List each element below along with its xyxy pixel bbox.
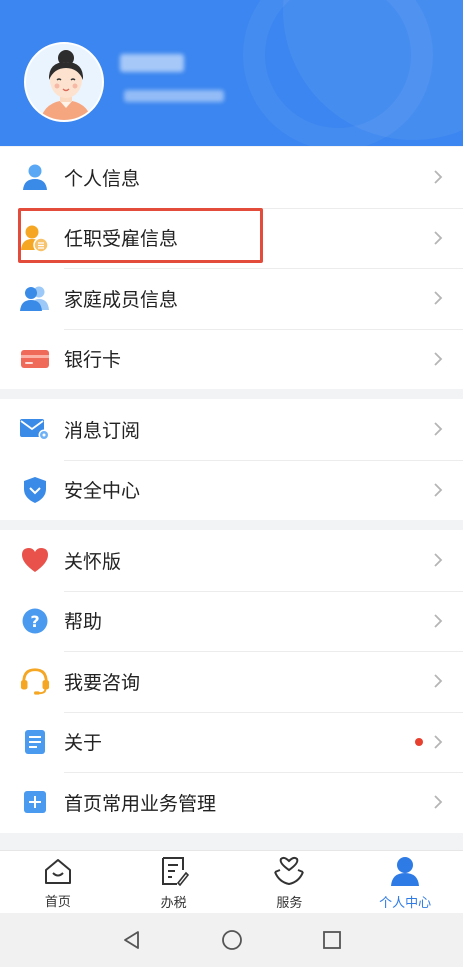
menu-item-bank-card[interactable]: 银行卡 [0, 328, 463, 390]
mail-settings-icon [20, 414, 50, 444]
shield-icon [20, 475, 50, 505]
chevron-right-icon [433, 351, 443, 367]
person-icon [20, 162, 50, 192]
notification-dot [415, 737, 423, 746]
chevron-right-icon [433, 290, 443, 306]
menu-item-family-info[interactable]: 家庭成员信息 [0, 268, 463, 329]
menu-group-personal: 个人信息 任职受雇信息 家庭成员信息 银行卡 [0, 147, 463, 389]
employment-icon [20, 223, 50, 253]
bank-card-icon [20, 344, 50, 374]
menu-item-home-business-management[interactable]: 首页常用业务管理 [0, 772, 463, 833]
menu-item-security-center[interactable]: 安全中心 [0, 459, 463, 521]
menu-group-settings: 消息订阅 安全中心 [0, 399, 463, 520]
recents-icon[interactable] [320, 928, 344, 952]
user-id-redacted [124, 90, 224, 102]
service-icon [272, 856, 306, 890]
chevron-right-icon [433, 794, 443, 810]
menu-item-care-mode[interactable]: 关怀版 [0, 530, 463, 591]
home-icon [43, 857, 73, 889]
bottom-tab-bar: 首页 办税 服务 个人中心 [0, 850, 463, 913]
tab-label: 办税 [160, 895, 187, 911]
menu-item-label: 银行卡 [64, 349, 122, 372]
back-icon[interactable] [120, 928, 144, 952]
headset-icon [20, 666, 50, 696]
menu-item-message-subscription[interactable]: 消息订阅 [0, 399, 463, 460]
menu-item-label: 关于 [64, 732, 103, 755]
heart-icon [20, 545, 50, 575]
menu-item-label: 首页常用业务管理 [64, 792, 217, 815]
menu-item-about[interactable]: 关于 [0, 711, 463, 773]
document-icon [20, 727, 50, 757]
menu-item-label: 个人信息 [64, 167, 141, 190]
chevron-right-icon [433, 230, 443, 246]
family-icon [20, 283, 50, 313]
chevron-right-icon [433, 482, 443, 498]
tax-icon [159, 856, 189, 890]
chevron-right-icon [433, 673, 443, 689]
user-name-redacted [120, 54, 184, 72]
menu-item-label: 帮助 [64, 611, 103, 634]
avatar[interactable] [24, 42, 104, 122]
menu-item-help[interactable]: ? 帮助 [0, 590, 463, 652]
menu-item-label: 安全中心 [64, 480, 141, 503]
menu-item-consultation[interactable]: 我要咨询 [0, 651, 463, 712]
menu-item-label: 消息订阅 [64, 419, 141, 442]
system-navigation-bar [0, 913, 463, 967]
tab-service[interactable]: 服务 [232, 851, 348, 913]
chevron-right-icon [433, 613, 443, 629]
chevron-right-icon [433, 734, 443, 750]
chevron-right-icon [433, 552, 443, 568]
menu-item-employment-info[interactable]: 任职受雇信息 [0, 207, 463, 269]
profile-icon [389, 856, 421, 890]
tab-label: 服务 [276, 895, 303, 911]
menu-item-label: 任职受雇信息 [64, 228, 179, 251]
tab-label: 首页 [44, 894, 71, 910]
menu-item-personal-info[interactable]: 个人信息 [0, 147, 463, 208]
menu-item-label: 我要咨询 [64, 671, 141, 694]
menu-item-label: 关怀版 [64, 550, 122, 573]
menu-group-support: 关怀版 ? 帮助 我要咨询 关于 首页常用业务管理 [0, 530, 463, 833]
profile-header [0, 0, 463, 146]
tab-label: 个人中心 [379, 895, 432, 911]
help-icon: ? [20, 606, 50, 636]
tab-tax[interactable]: 办税 [116, 851, 232, 913]
home-circle-icon[interactable] [220, 928, 244, 952]
tab-home[interactable]: 首页 [0, 851, 116, 913]
chevron-right-icon [433, 421, 443, 437]
svg-text:?: ? [30, 612, 39, 631]
chevron-right-icon [433, 169, 443, 185]
menu-item-label: 家庭成员信息 [64, 288, 179, 311]
plus-icon [20, 787, 50, 817]
tab-profile[interactable]: 个人中心 [347, 851, 463, 913]
